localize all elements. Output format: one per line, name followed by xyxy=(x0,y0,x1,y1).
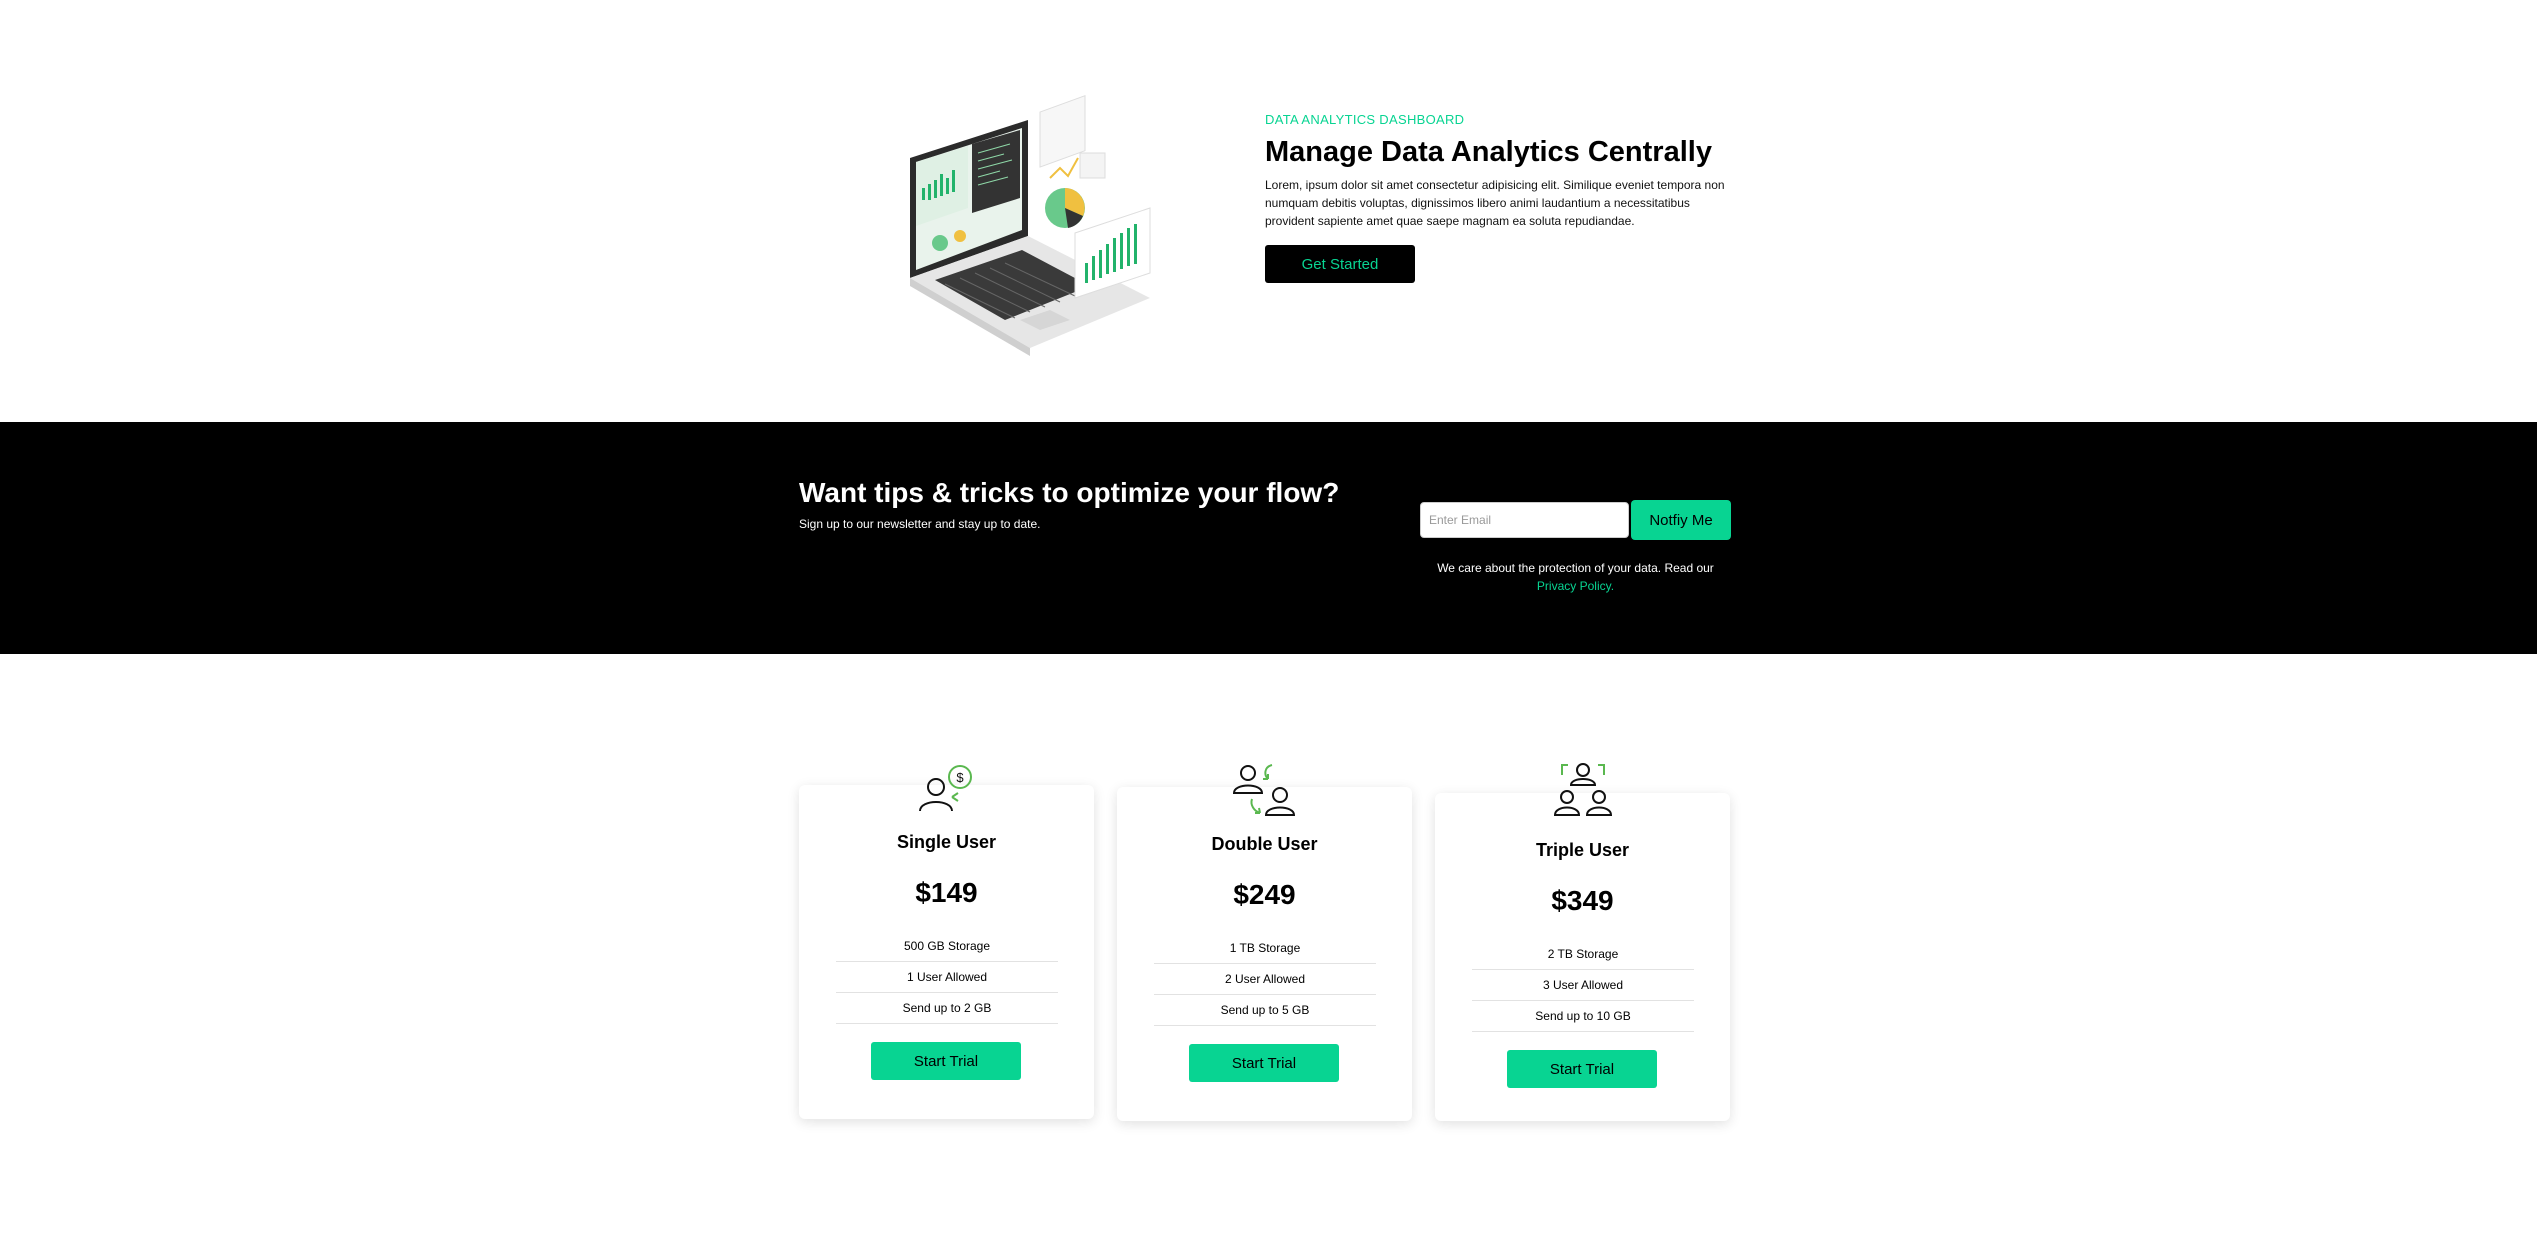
newsletter-title: Want tips & tricks to optimize your flow… xyxy=(799,477,1340,508)
plan-price: $349 xyxy=(1551,885,1614,916)
start-trial-button[interactable]: Start Trial xyxy=(1507,1050,1657,1088)
plan-name: Triple User xyxy=(1535,840,1630,860)
plan-price: $149 xyxy=(915,877,978,908)
feature-list: 2 TB Storage 3 User Allowed Send up to 1… xyxy=(1472,939,1694,1032)
feature-item: 2 TB Storage xyxy=(1472,939,1694,970)
feature-item: 1 TB Storage xyxy=(1154,933,1376,964)
users-group-icon xyxy=(1553,763,1613,816)
newsletter-subtitle: Sign up to our newsletter and stay up to… xyxy=(799,517,1041,531)
feature-item: Send up to 5 GB xyxy=(1154,995,1376,1026)
email-input[interactable] xyxy=(1420,502,1629,538)
feature-item: 500 GB Storage xyxy=(836,931,1058,962)
svg-text:$: $ xyxy=(956,770,964,785)
user-dollar-icon: $ xyxy=(919,765,972,812)
plan-name: Double User xyxy=(1211,834,1318,854)
plan-price: $249 xyxy=(1233,879,1296,910)
hero-description: Lorem, ipsum dolor sit amet consectetur … xyxy=(1265,177,1725,228)
hero-section: DATA ANALYTICS DASHBOARD Manage Data Ana… xyxy=(0,0,2537,422)
pricing-card-triple-user: Triple User $349 2 TB Storage 3 User All… xyxy=(1435,763,1730,1121)
feature-list: 500 GB Storage 1 User Allowed Send up to… xyxy=(836,931,1058,1024)
hero-text-block: DATA ANALYTICS DASHBOARD Manage Data Ana… xyxy=(1265,112,1735,230)
notify-me-button[interactable]: Notfiy Me xyxy=(1631,500,1731,540)
feature-item: 2 User Allowed xyxy=(1154,964,1376,995)
feature-item: Send up to 10 GB xyxy=(1472,1001,1694,1032)
laptop-analytics-illustration xyxy=(910,94,1151,356)
get-started-button[interactable]: Get Started xyxy=(1265,245,1415,283)
feature-item: 3 User Allowed xyxy=(1472,970,1694,1001)
feature-item: Send up to 2 GB xyxy=(836,993,1058,1024)
start-trial-button[interactable]: Start Trial xyxy=(1189,1044,1339,1082)
feature-list: 1 TB Storage 2 User Allowed Send up to 5… xyxy=(1154,933,1376,1026)
hero-title: Manage Data Analytics Centrally xyxy=(1265,136,1712,168)
page: DATA ANALYTICS DASHBOARD Manage Data Ana… xyxy=(0,0,2537,1241)
privacy-period: . xyxy=(1610,579,1615,593)
feature-item: 1 User Allowed xyxy=(836,962,1058,993)
pricing-card-double-user: Double User $249 1 TB Storage 2 User All… xyxy=(1117,764,1412,1121)
hero-eyebrow: DATA ANALYTICS DASHBOARD xyxy=(1265,112,1465,127)
plan-name: Single User xyxy=(896,832,997,852)
newsletter-section: Want tips & tricks to optimize your flow… xyxy=(0,422,2537,654)
privacy-notice: We care about the protection of your dat… xyxy=(1420,559,1731,595)
privacy-notice-text: We care about the protection of your dat… xyxy=(1437,561,1714,575)
pricing-card-single-user: $ Single User $149 500 GB Storage 1 User… xyxy=(799,765,1094,1119)
privacy-policy-link[interactable]: Privacy Policy xyxy=(1537,579,1611,593)
start-trial-button[interactable]: Start Trial xyxy=(871,1042,1021,1080)
users-exchange-icon xyxy=(1232,764,1296,816)
